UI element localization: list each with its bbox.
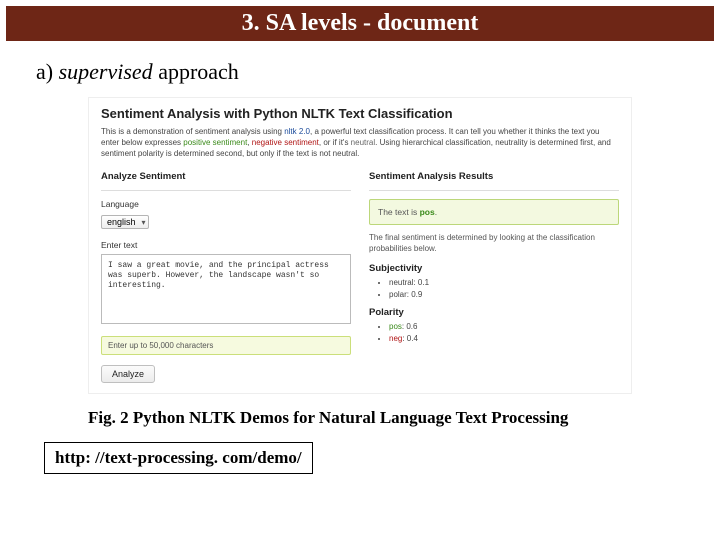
list-item: polar: 0.9: [389, 290, 619, 299]
result-explain: The final sentiment is determined by loo…: [369, 233, 619, 255]
neg-label: neg: [389, 334, 402, 343]
polarity-list: pos: 0.6 neg: 0.4: [369, 322, 619, 343]
language-value: english: [107, 217, 136, 227]
blurb-text: , or if it's: [319, 138, 351, 147]
subhead-rest: approach: [153, 59, 239, 84]
source-url[interactable]: http: //text-processing. com/demo/: [44, 442, 313, 474]
char-counter: Enter up to 50,000 characters: [101, 336, 351, 355]
divider: [369, 190, 619, 191]
results-heading: Sentiment Analysis Results: [369, 171, 619, 182]
result-box: The text is pos.: [369, 199, 619, 225]
analyze-button[interactable]: Analyze: [101, 365, 155, 383]
subjectivity-heading: Subjectivity: [369, 263, 619, 274]
subhead-italic: supervised: [59, 59, 153, 84]
pos-label: pos: [389, 322, 402, 331]
neg-term: negative sentiment: [252, 138, 319, 147]
results-column: Sentiment Analysis Results The text is p…: [369, 169, 619, 383]
demo-blurb: This is a demonstration of sentiment ana…: [101, 127, 619, 159]
text-input[interactable]: I saw a great movie, and the principal a…: [101, 254, 351, 324]
entertext-label: Enter text: [101, 240, 351, 250]
chevron-down-icon: ▾: [142, 218, 146, 227]
subjectivity-list: neutral: 0.1 polar: 0.9: [369, 278, 619, 299]
result-suffix: .: [435, 207, 437, 217]
demo-heading: Sentiment Analysis with Python NLTK Text…: [101, 106, 619, 121]
pos-value: : 0.6: [402, 322, 418, 331]
result-label: pos: [420, 207, 435, 217]
pos-term: positive sentiment: [183, 138, 247, 147]
list-item: pos: 0.6: [389, 322, 619, 331]
analyze-heading: Analyze Sentiment: [101, 171, 351, 182]
list-item: neg: 0.4: [389, 334, 619, 343]
slide-subheading: a) supervised approach: [0, 41, 720, 97]
blurb-text: This is a demonstration of sentiment ana…: [101, 127, 284, 136]
demo-screenshot: Sentiment Analysis with Python NLTK Text…: [88, 97, 632, 394]
nltk-link[interactable]: nltk 2.0: [284, 127, 310, 136]
subhead-prefix: a): [36, 59, 59, 84]
list-item: neutral: 0.1: [389, 278, 619, 287]
neg-value: : 0.4: [402, 334, 418, 343]
slide-title: 3. SA levels - document: [6, 6, 714, 41]
language-label: Language: [101, 199, 351, 209]
analyze-column: Analyze Sentiment Language english ▾ Ent…: [101, 169, 351, 383]
figure-caption: Fig. 2 Python NLTK Demos for Natural Lan…: [88, 408, 720, 428]
polarity-heading: Polarity: [369, 307, 619, 318]
neutral-term: neutral: [351, 138, 375, 147]
divider: [101, 190, 351, 191]
language-select[interactable]: english ▾: [101, 215, 149, 229]
result-prefix: The text is: [378, 207, 420, 217]
